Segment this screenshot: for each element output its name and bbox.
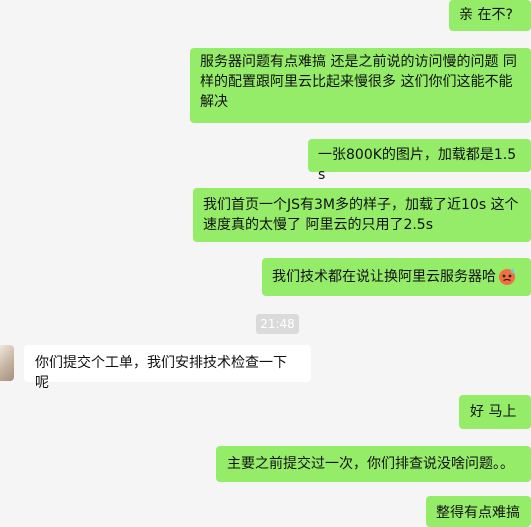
message-bubble-self[interactable]: 服务器问题有点难搞 还是之前说的访问慢的问题 同样的配置跟阿里云比起来慢很多 这… [190,48,531,123]
message-text: 你们提交个工单，我们安排技术检查一下呢 [35,355,287,391]
message-text: 我们技术都在说让换阿里云服务器哈 [272,269,496,285]
message-bubble-self[interactable]: 亲 在不? [449,0,531,31]
message-text: 亲 在不? [459,7,513,23]
message-text: 好 马上 [470,404,517,420]
chat-window[interactable]: 亲 在不? 服务器问题有点难搞 还是之前说的访问慢的问题 同样的配置跟阿里云比起… [0,0,531,527]
message-text: 服务器问题有点难搞 还是之前说的访问慢的问题 同样的配置跟阿里云比起来慢很多 这… [200,54,517,110]
message-bubble-other[interactable]: 你们提交个工单，我们安排技术检查一下呢 [24,345,311,391]
message-bubble-self[interactable]: 主要之前提交过一次，你们排查说没啥问题。。 [216,446,531,482]
message-bubble-self[interactable]: 整得有点难搞 [426,496,531,527]
message-text: 主要之前提交过一次，你们排查说没啥问题。。 [227,456,514,472]
message-bubble-self[interactable]: 一张800K的图片，加载都是1.5s [308,139,531,183]
message-bubble-self[interactable]: 我们技术都在说让换阿里云服务器哈 [262,258,531,296]
message-bubble-self[interactable]: 好 马上 [459,395,531,429]
message-bubble-self[interactable]: 我们首页一个JS有3M多的样子，加载了近10s 这个速度真的太慢了 阿里云的只用… [193,188,531,242]
message-text: 整得有点难搞 [436,505,520,521]
avatar[interactable] [0,345,14,381]
timestamp: 21:48 [256,314,299,334]
message-text: 一张800K的图片，加载都是1.5s [318,147,517,183]
message-text: 我们首页一个JS有3M多的样子，加载了近10s 这个速度真的太慢了 阿里云的只用… [203,197,519,233]
sweating-face-icon [499,268,515,285]
